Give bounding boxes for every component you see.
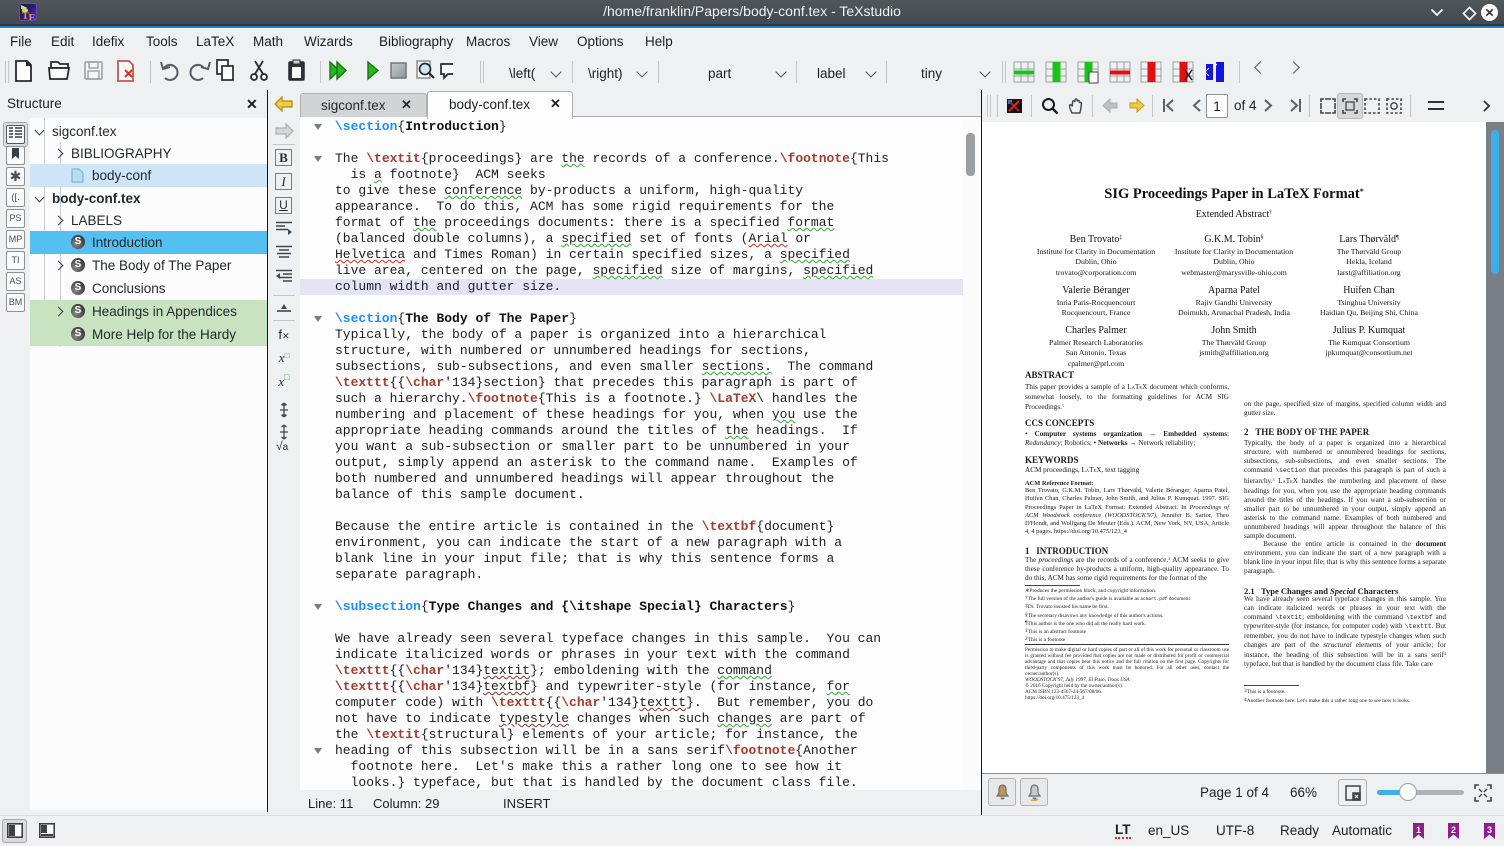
svg-text:1: 1 [1416, 825, 1421, 835]
svg-text:2: 2 [1451, 825, 1456, 835]
svg-text:3: 3 [1487, 825, 1492, 835]
